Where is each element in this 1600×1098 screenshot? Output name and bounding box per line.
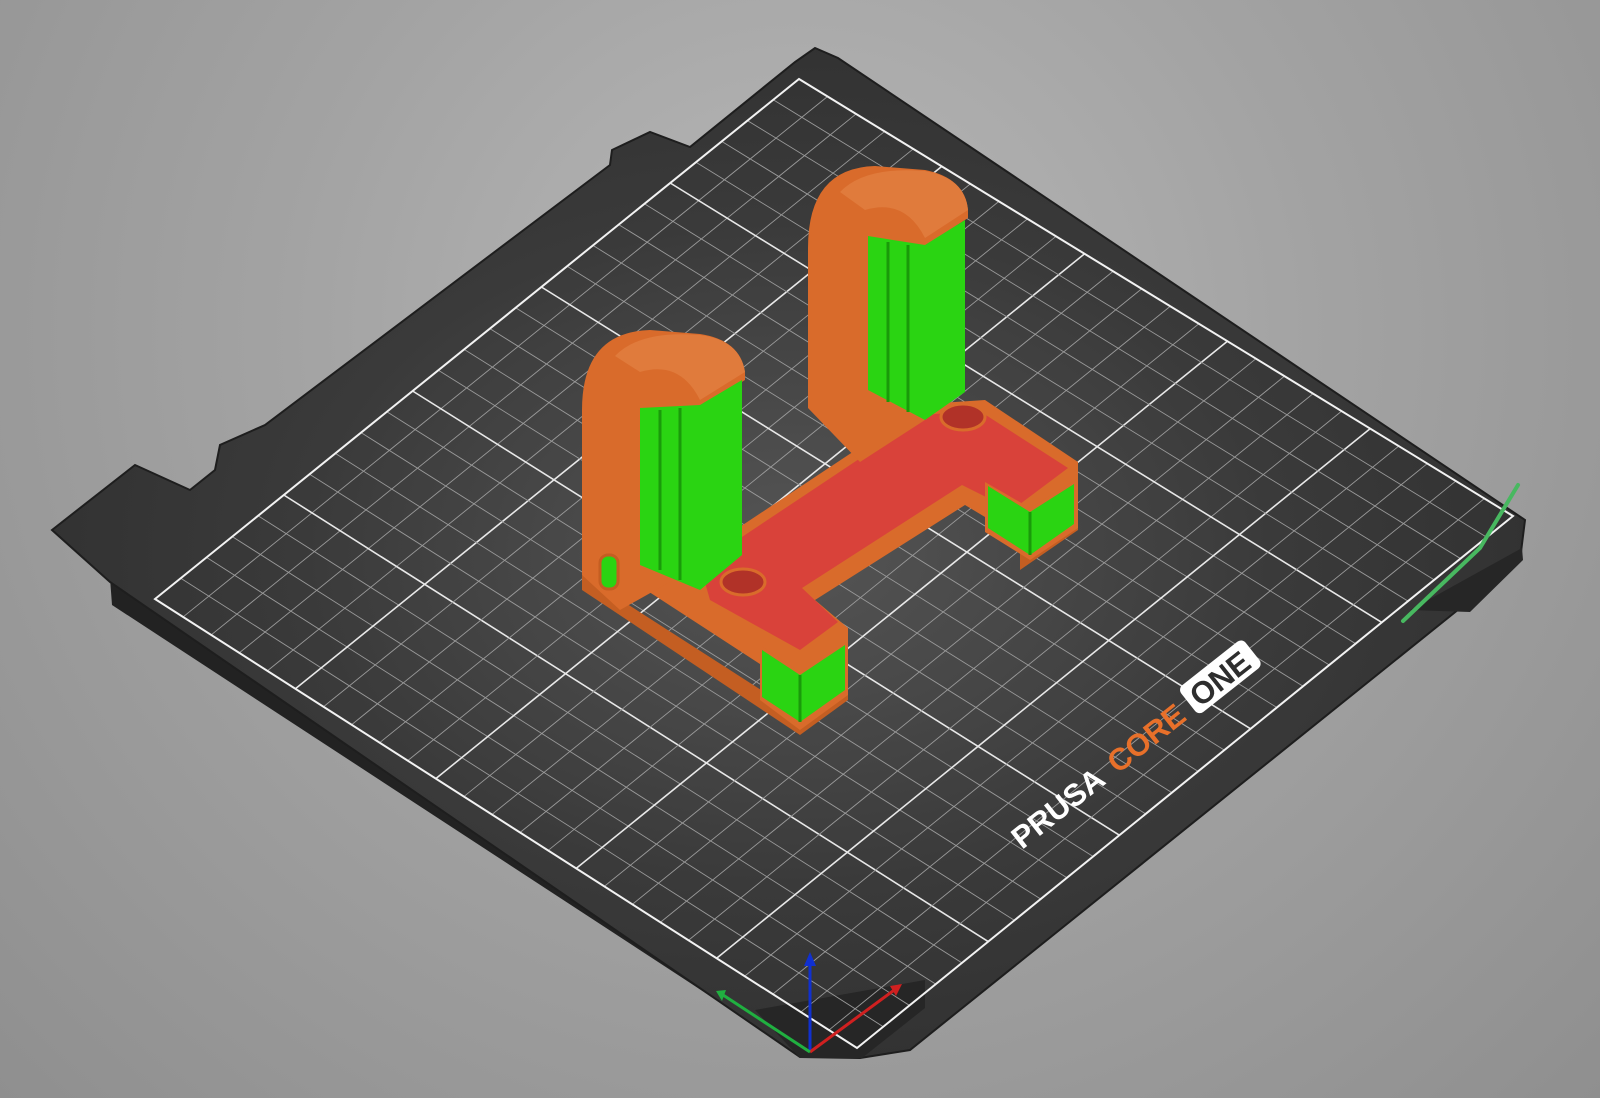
3d-viewport[interactable]: PRUSA CORE ONE [0,0,1600,1098]
scene-canvas[interactable]: PRUSA CORE ONE [0,0,1600,1098]
left-upright-slot [598,553,620,591]
left-upright-green-side [700,380,742,590]
screw-hole-back [939,402,987,432]
left-upright-green-face [640,405,700,590]
right-upright-green-face [868,236,925,420]
screw-hole-front [719,567,767,597]
right-upright-green-side [925,220,965,420]
